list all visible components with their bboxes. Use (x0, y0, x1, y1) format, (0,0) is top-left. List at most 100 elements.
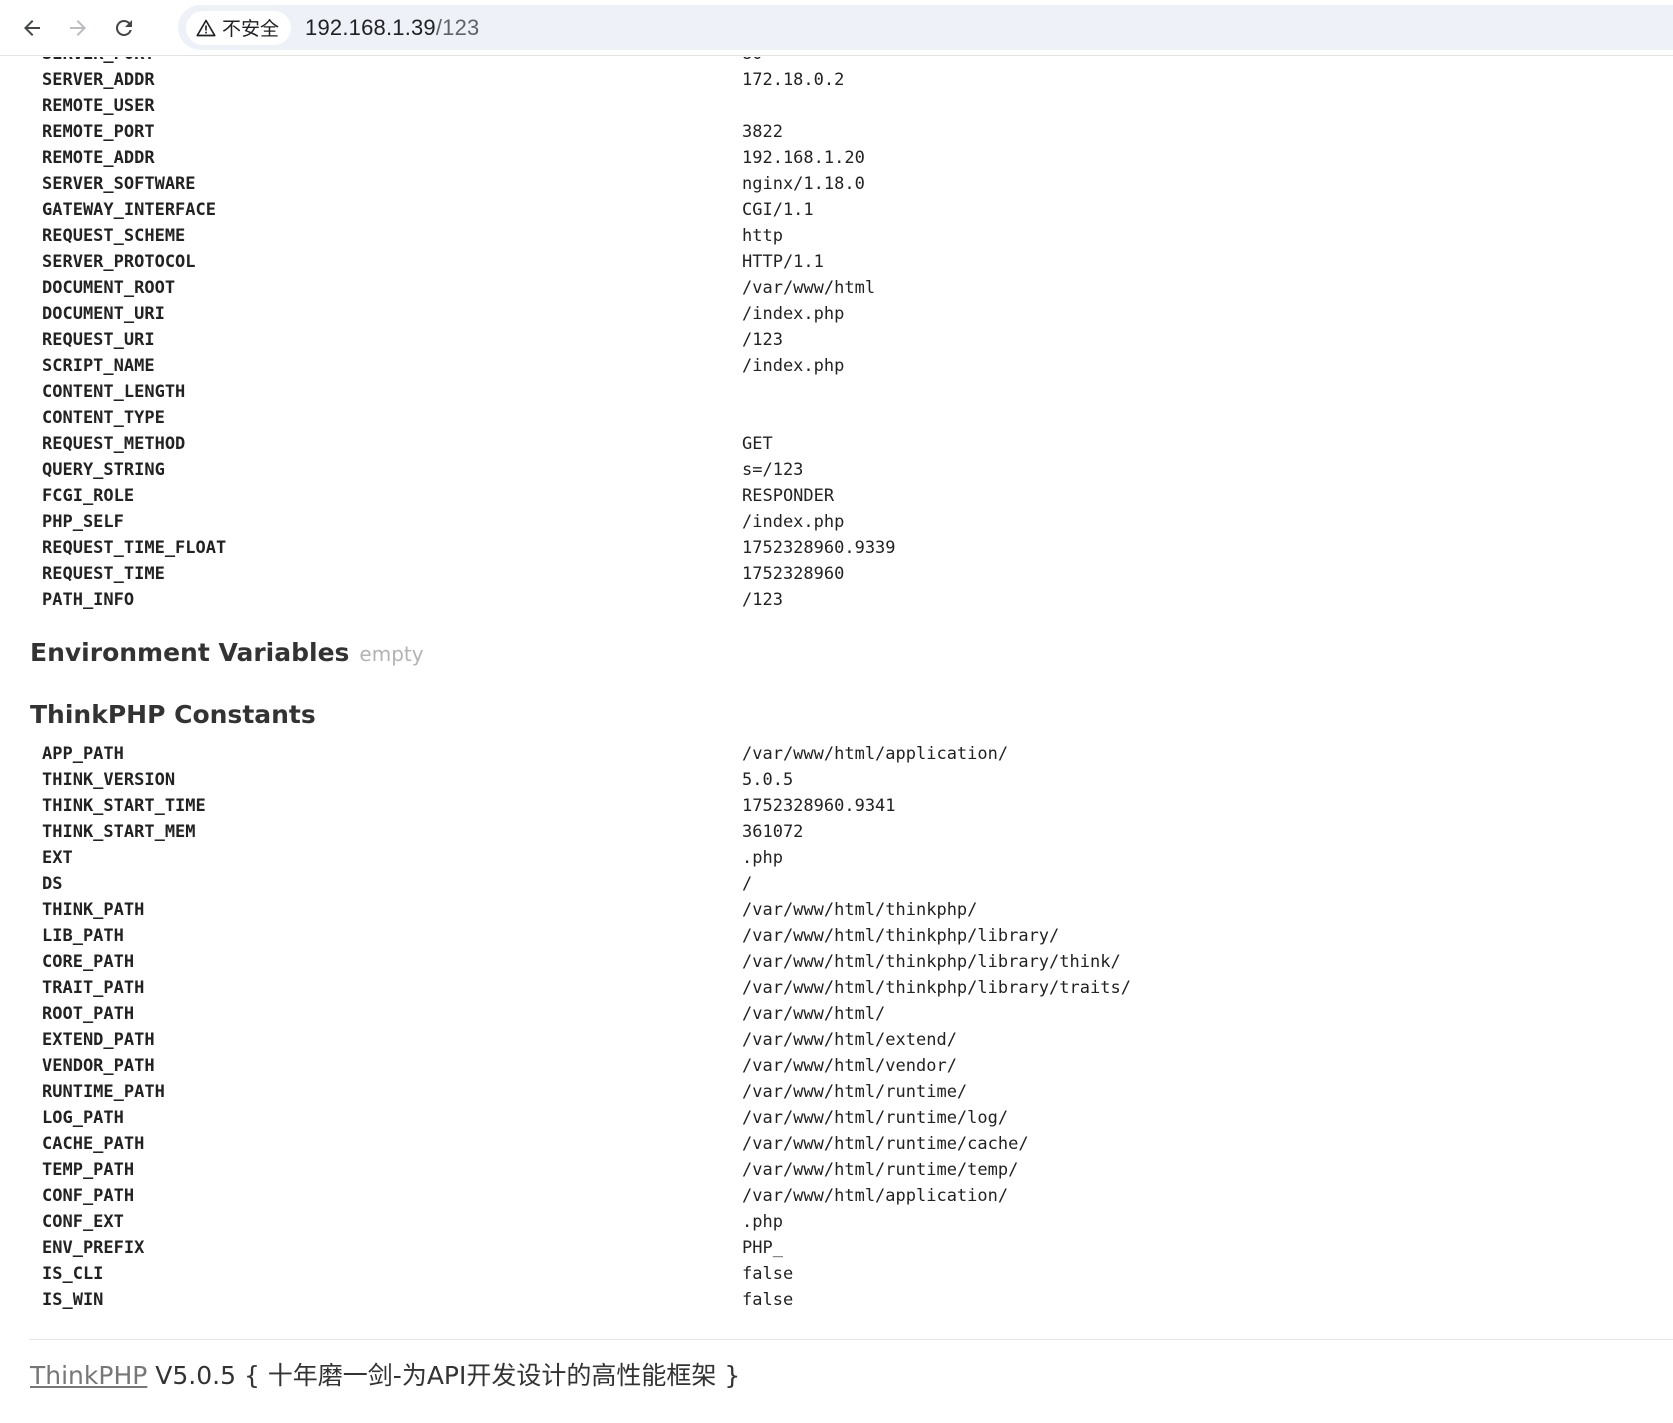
row-key: THINK_PATH (42, 900, 145, 920)
table-row: REQUEST_TIME_FLOAT 1752328960.9339 (30, 535, 1673, 561)
page-viewport: SERVER_PORT80 SERVER_ADDR 172.18.0.2 REMOTE… (0, 57, 1673, 1423)
thinkphp-constants-section: ThinkPHP Constants APP_PATH/var/www/html… (30, 695, 1673, 1313)
thinkphp-constants-title: ThinkPHP Constants (30, 700, 316, 729)
row-key: SERVER_ADDR (42, 70, 155, 90)
row-value: 361072 (742, 822, 804, 842)
row-value: /var/www/html/thinkphp/library/ (742, 926, 1060, 946)
row-key: LIB_PATH (42, 926, 124, 946)
row-key: DOCUMENT_ROOT (42, 278, 176, 298)
environment-variables-heading: Environment Variables (30, 638, 350, 667)
row-value: /var/www/html/thinkphp/ (742, 900, 978, 920)
back-button[interactable] (12, 8, 52, 48)
row-value: 192.168.1.20 (742, 148, 865, 168)
row-key: PHP_SELF (42, 512, 124, 532)
forward-button[interactable] (58, 8, 98, 48)
row-key: REMOTE_PORT (42, 122, 155, 142)
row-value: 5.0.5 (742, 770, 794, 790)
row-value (742, 405, 1673, 431)
table-row: QUERY_STRING s=/123 (30, 457, 1673, 483)
row-value: PHP_ (742, 1238, 783, 1258)
row-key: IS_WIN (42, 1290, 104, 1310)
table-row: REQUEST_METHOD GET (30, 431, 1673, 457)
table-row: THINK_START_TIME 1752328960.9341 (30, 793, 1673, 819)
row-key: GATEWAY_INTERFACE (42, 200, 216, 220)
row-value: /var/www/html/runtime/temp/ (742, 1160, 1019, 1180)
footer-text: V5.0.5 { 十年磨一剑-为API开发设计的高性能框架 } (147, 1361, 741, 1390)
row-value: 80 (742, 57, 1673, 67)
security-indicator[interactable]: 不安全 (186, 10, 292, 45)
row-key: CONTENT_LENGTH (42, 382, 186, 402)
row-value: /var/www/html/application/ (742, 744, 1009, 764)
row-key: REMOTE_ADDR (42, 148, 155, 168)
server-vars-table: SERVER_PORT80 SERVER_ADDR 172.18.0.2 REMOTE… (30, 57, 1673, 613)
table-row: CORE_PATH/var/www/html/thinkphp/library/… (30, 949, 1673, 975)
url-text[interactable]: 192.168.1.39/123 (305, 15, 479, 41)
row-value: /var/www/html/ (742, 1004, 886, 1024)
row-value (742, 379, 1673, 405)
url-path: /123 (435, 14, 480, 40)
table-row: DS / (30, 871, 1673, 897)
row-key: SERVER_PORT (30, 57, 742, 67)
url-host: 192.168.1.39 (305, 14, 436, 40)
row-key: REMOTE_USER (42, 96, 155, 116)
row-key: THINK_START_MEM (42, 822, 196, 842)
constants-table: APP_PATH/var/www/html/application/THINK_… (30, 741, 1673, 1313)
environment-variables-section: Environment Variables empty (30, 633, 1673, 673)
table-row: REMOTE_ADDR 192.168.1.20 (30, 145, 1673, 171)
page-content: SERVER_PORT80 SERVER_ADDR 172.18.0.2 REMOTE… (30, 57, 1673, 1392)
table-row: LOG_PATH/var/www/html/runtime/log/ (30, 1105, 1673, 1131)
table-row: CONF_EXT .php (30, 1209, 1673, 1235)
row-key: RUNTIME_PATH (42, 1082, 165, 1102)
row-key: DS (42, 874, 63, 894)
row-key: ROOT_PATH (42, 1004, 135, 1024)
table-row: REMOTE_USER (30, 93, 1673, 119)
table-row: CONTENT_TYPE (30, 405, 1673, 431)
table-row: THINK_PATH/var/www/html/thinkphp/ (30, 897, 1673, 923)
environment-variables-title: Environment Variables empty (30, 633, 1673, 673)
table-row: RUNTIME_PATH/var/www/html/runtime/ (30, 1079, 1673, 1105)
row-value: CGI/1.1 (742, 200, 814, 220)
table-row: CONF_PATH/var/www/html/application/ (30, 1183, 1673, 1209)
table-row: APP_PATH/var/www/html/application/ (30, 741, 1673, 767)
row-key: LOG_PATH (42, 1108, 124, 1128)
row-value: 1752328960 (742, 564, 845, 584)
row-key: REQUEST_TIME_FLOAT (42, 538, 227, 558)
row-value: /index.php (742, 512, 845, 532)
row-key: TEMP_PATH (42, 1160, 135, 1180)
row-key: SERVER_PROTOCOL (42, 252, 196, 272)
row-key: PATH_INFO (42, 590, 135, 610)
row-value: /var/www/html/runtime/ (742, 1082, 968, 1102)
reload-button[interactable] (104, 8, 144, 48)
row-key: REQUEST_TIME (42, 564, 165, 584)
row-key: EXT (42, 848, 73, 868)
row-value: / (742, 874, 753, 894)
row-key: EXTEND_PATH (42, 1030, 155, 1050)
row-value (742, 93, 1673, 119)
row-key: IS_CLI (42, 1264, 104, 1284)
row-value: RESPONDER (742, 486, 835, 506)
table-row: TRAIT_PATH/var/www/html/thinkphp/library… (30, 975, 1673, 1001)
row-key: TRAIT_PATH (42, 978, 145, 998)
table-row: DOCUMENT_URI/index.php (30, 301, 1673, 327)
thinkphp-link[interactable]: ThinkPHP (30, 1361, 147, 1390)
row-key: SCRIPT_NAME (42, 356, 155, 376)
back-arrow-icon (24, 19, 40, 36)
table-row: THINK_VERSION 5.0.5 (30, 767, 1673, 793)
row-value: 3822 (742, 122, 783, 142)
table-row: REQUEST_URI/123 (30, 327, 1673, 353)
row-value: /var/www/html/runtime/log/ (742, 1108, 1009, 1128)
row-key: THINK_VERSION (42, 770, 176, 790)
table-row: SERVER_ADDR 172.18.0.2 (30, 67, 1673, 93)
row-key: VENDOR_PATH (42, 1056, 155, 1076)
table-row: REMOTE_PORT 3822 (30, 119, 1673, 145)
row-key: CONTENT_TYPE (42, 408, 165, 428)
table-row: FCGI_ROLE RESPONDER (30, 483, 1673, 509)
table-row: ROOT_PATH/var/www/html/ (30, 1001, 1673, 1027)
row-key: APP_PATH (42, 744, 124, 764)
row-value: /var/www/html/runtime/cache/ (742, 1134, 1029, 1154)
address-bar[interactable]: 不安全 192.168.1.39/123 (178, 5, 1673, 50)
row-key: QUERY_STRING (42, 460, 165, 480)
table-row: SCRIPT_NAME/index.php (30, 353, 1673, 379)
table-row: TEMP_PATH/var/www/html/runtime/temp/ (30, 1157, 1673, 1183)
row-value: HTTP/1.1 (742, 252, 824, 272)
